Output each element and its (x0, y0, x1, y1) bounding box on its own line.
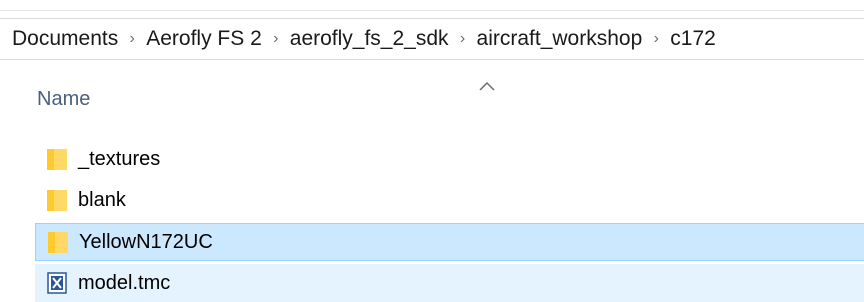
folder-icon (46, 147, 68, 171)
breadcrumb-chevron-icon[interactable]: › (451, 30, 475, 48)
folder-icon (46, 188, 68, 212)
breadcrumb-chevron-icon[interactable]: › (120, 30, 144, 48)
list-item-label: _textures (78, 147, 161, 170)
list-item[interactable]: model.tmc (35, 264, 864, 302)
breadcrumb-item-aerofly-fs-2[interactable]: Aerofly FS 2 (144, 27, 264, 51)
tmc-file-icon (46, 271, 68, 295)
column-header-name[interactable]: Name (37, 88, 90, 111)
list-item[interactable]: _textures (35, 140, 864, 178)
breadcrumb[interactable]: Documents › Aerofly FS 2 › aerofly_fs_2_… (0, 18, 864, 60)
folder-icon (47, 230, 69, 254)
list-item-selected[interactable]: YellowN172UC (35, 223, 864, 261)
breadcrumb-chevron-icon[interactable]: › (264, 30, 288, 48)
breadcrumb-item-c172[interactable]: c172 (668, 27, 718, 51)
sort-ascending-icon[interactable] (478, 80, 496, 92)
breadcrumb-item-sdk[interactable]: aerofly_fs_2_sdk (288, 27, 451, 51)
list-item-label: blank (78, 188, 126, 211)
breadcrumb-item-documents[interactable]: Documents (10, 27, 120, 51)
breadcrumb-item-aircraft-workshop[interactable]: aircraft_workshop (475, 27, 645, 51)
list-item-label: YellowN172UC (79, 230, 213, 253)
breadcrumb-chevron-icon[interactable]: › (644, 30, 668, 48)
window-top-strip (0, 0, 864, 11)
list-item-label: model.tmc (78, 271, 171, 294)
list-item[interactable]: blank (35, 181, 864, 219)
